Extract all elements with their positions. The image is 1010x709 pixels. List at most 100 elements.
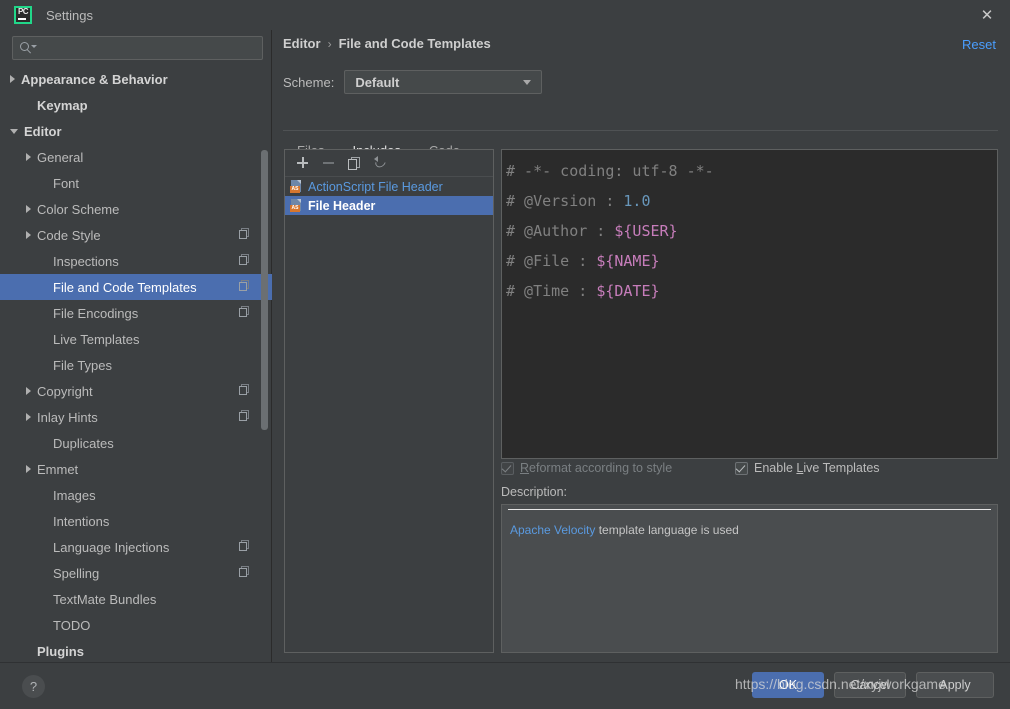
sidebar-item-font[interactable]: Font xyxy=(0,170,272,196)
sidebar-item-spelling[interactable]: Spelling xyxy=(0,560,272,586)
pycharm-icon-bar xyxy=(18,18,26,20)
search-input[interactable] xyxy=(34,41,262,55)
list-item-label: ActionScript File Header xyxy=(308,179,443,194)
title-bar: PC Settings ✕ xyxy=(0,0,1010,30)
breadcrumb-item-editor[interactable]: Editor xyxy=(283,36,321,51)
code-line: # @Author : ${USER} xyxy=(506,216,997,246)
scheme-selected-value: Default xyxy=(355,74,400,90)
sidebar-scrollbar-thumb[interactable] xyxy=(261,150,268,430)
sidebar-item-inlay-hints[interactable]: Inlay Hints xyxy=(0,404,272,430)
reformat-mnemonic: R xyxy=(520,461,530,475)
code-token-variable: ${NAME} xyxy=(596,252,660,270)
templates-toolbar xyxy=(285,150,493,177)
settings-sidebar: Appearance & Behavior Keymap Editor General… xyxy=(0,30,272,662)
revert-icon[interactable] xyxy=(369,152,393,174)
sidebar-item-label: Images xyxy=(53,487,96,503)
reformat-label-rest: eformat according to style xyxy=(529,461,673,475)
chevron-right-icon[interactable] xyxy=(26,413,31,421)
chevron-right-icon[interactable] xyxy=(26,387,31,395)
chevron-right-icon[interactable] xyxy=(26,153,31,161)
description-label: Description: xyxy=(501,485,567,499)
template-code-editor[interactable]: # -*- coding: utf-8 -*- # @Version : 1.0 #… xyxy=(501,149,998,459)
header-divider xyxy=(283,130,998,131)
sidebar-item-live-templates[interactable]: Live Templates xyxy=(0,326,272,352)
scheme-select[interactable]: Default xyxy=(344,70,543,94)
cancel-button[interactable]: Cancel xyxy=(834,672,906,698)
sidebar-item-copyright[interactable]: Copyright xyxy=(0,378,272,404)
copy-settings-icon xyxy=(239,228,250,240)
help-icon[interactable]: ? xyxy=(22,675,45,698)
scheme-row: Scheme: Default xyxy=(283,70,543,94)
code-token-comment: # @Author : xyxy=(506,222,615,240)
code-token-number: 1.0 xyxy=(623,192,651,210)
plus-icon[interactable] xyxy=(291,152,315,174)
live-templates-checkbox-label: Enable Live Templates xyxy=(754,461,880,475)
list-item[interactable]: AS File Header xyxy=(285,196,493,215)
sidebar-scrollbar[interactable] xyxy=(261,66,268,662)
list-item[interactable]: AS ActionScript File Header xyxy=(285,177,493,196)
reformat-checkbox-label: Reformat according to style xyxy=(520,461,672,475)
sidebar-item-label: TextMate Bundles xyxy=(53,591,157,607)
sidebar-item-label: TODO xyxy=(53,617,91,633)
apache-velocity-link[interactable]: Apache Velocity xyxy=(510,523,595,537)
sidebar-item-label: Color Scheme xyxy=(37,201,120,217)
sidebar-item-label: Intentions xyxy=(53,513,110,529)
sidebar-item-emmet[interactable]: Emmet xyxy=(0,456,272,482)
sidebar-item-label: Appearance & Behavior xyxy=(21,71,168,87)
chevron-right-icon[interactable] xyxy=(26,231,31,239)
sidebar-item-label: Plugins xyxy=(37,643,84,659)
chevron-right-icon[interactable] xyxy=(10,75,15,83)
reset-link[interactable]: Reset xyxy=(962,37,996,52)
apply-button[interactable]: Apply xyxy=(916,672,994,698)
sidebar-item-label: Language Injections xyxy=(53,539,170,555)
sidebar-item-appearance-behavior[interactable]: Appearance & Behavior xyxy=(0,66,272,92)
sidebar-item-color-scheme[interactable]: Color Scheme xyxy=(0,196,272,222)
copy-settings-icon xyxy=(239,306,250,318)
description-rule xyxy=(508,509,991,510)
code-line: # @Version : 1.0 xyxy=(506,186,997,216)
sidebar-item-todo[interactable]: TODO xyxy=(0,612,272,638)
search-box[interactable] xyxy=(12,36,263,60)
sidebar-item-code-style[interactable]: Code Style xyxy=(0,222,272,248)
sidebar-item-inspections[interactable]: Inspections xyxy=(0,248,272,274)
sidebar-item-file-encodings[interactable]: File Encodings xyxy=(0,300,272,326)
sidebar-item-label: File Types xyxy=(53,357,113,373)
reformat-checkbox-box xyxy=(501,461,514,475)
sidebar-item-label: File and Code Templates xyxy=(53,279,197,295)
live-templates-checkbox[interactable]: Enable Live Templates xyxy=(735,461,880,475)
sidebar-item-label: Font xyxy=(53,175,80,191)
live-templates-checkbox-box[interactable] xyxy=(735,461,748,475)
actionscript-file-icon: AS xyxy=(290,199,303,212)
sidebar-item-label: File Encodings xyxy=(53,305,139,321)
copy-settings-icon xyxy=(239,280,250,292)
sidebar-item-file-types[interactable]: File Types xyxy=(0,352,272,378)
sidebar-item-plugins[interactable]: Plugins xyxy=(0,638,272,662)
close-icon[interactable]: ✕ xyxy=(964,0,1010,30)
code-token-comment: # @File : xyxy=(506,252,597,270)
chevron-right-icon[interactable] xyxy=(26,465,31,473)
sidebar-item-intentions[interactable]: Intentions xyxy=(0,508,272,534)
sidebar-item-textmate-bundles[interactable]: TextMate Bundles xyxy=(0,586,272,612)
sidebar-item-general[interactable]: General xyxy=(0,144,272,170)
sidebar-item-label: Keymap xyxy=(37,97,88,113)
sidebar-item-label: Editor xyxy=(24,123,62,139)
minus-icon xyxy=(317,152,341,174)
template-options: Reformat according to style Enable Live … xyxy=(501,461,998,479)
sidebar-item-images[interactable]: Images xyxy=(0,482,272,508)
search-icon xyxy=(20,41,37,55)
sidebar-item-editor[interactable]: Editor xyxy=(0,118,272,144)
code-token-comment: # @Version : xyxy=(506,192,624,210)
ok-button[interactable]: OK xyxy=(752,672,824,698)
copy-icon[interactable] xyxy=(343,152,367,174)
sidebar-item-label: Copyright xyxy=(37,383,93,399)
breadcrumb-separator: › xyxy=(327,36,332,51)
sidebar-item-file-and-code-templates[interactable]: File and Code Templates xyxy=(0,274,272,300)
templates-list-panel: AS ActionScript File Header AS File Header xyxy=(284,149,494,653)
sidebar-item-language-injections[interactable]: Language Injections xyxy=(0,534,272,560)
chevron-right-icon[interactable] xyxy=(26,205,31,213)
copy-settings-icon xyxy=(239,410,250,422)
code-line: # @File : ${NAME} xyxy=(506,246,997,276)
chevron-down-icon[interactable] xyxy=(10,128,18,134)
sidebar-item-duplicates[interactable]: Duplicates xyxy=(0,430,272,456)
sidebar-item-keymap[interactable]: Keymap xyxy=(0,92,272,118)
